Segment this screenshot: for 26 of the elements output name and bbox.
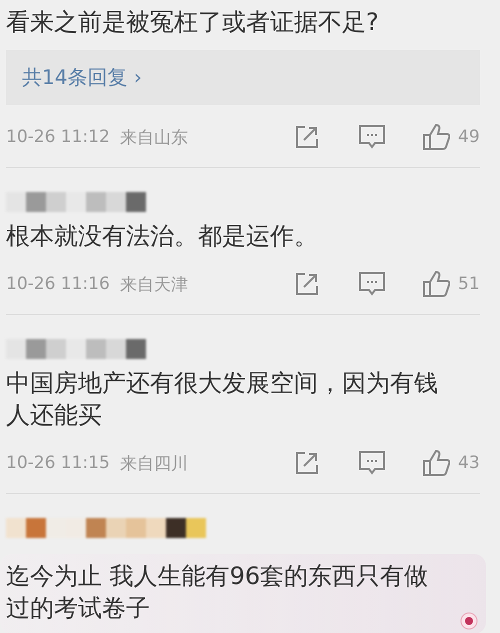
like-count: 51 (458, 274, 480, 294)
chevron-icon: › (134, 65, 142, 89)
replies-link[interactable]: 共14条回复 › (6, 50, 480, 105)
comment-text: 人还能买 (6, 400, 102, 431)
comment-text: 中国房地产还有很大发展空间，因为有钱 (6, 368, 438, 399)
comment-text: 过的考试卷子 (6, 593, 150, 624)
comment-location: 来自山东 (120, 126, 188, 148)
comment-time: 10-26 11:16 (6, 274, 110, 294)
comment-icon[interactable] (358, 271, 386, 297)
thumbs-up-icon[interactable] (422, 123, 450, 151)
like-count: 49 (458, 127, 480, 147)
comment-text: 迄今为止 我人生能有96套的东西只有做 (6, 561, 428, 592)
thumbs-up-icon[interactable] (422, 449, 450, 477)
share-icon[interactable] (294, 124, 320, 150)
comment-time: 10-26 11:12 (6, 127, 110, 147)
comment-time: 10-26 11:15 (6, 453, 110, 473)
comment-location: 来自天津 (120, 274, 188, 296)
comment-text: 看来之前是被冤枉了或者证据不足? (6, 7, 379, 38)
share-icon[interactable] (294, 271, 320, 297)
like-count: 43 (458, 453, 480, 473)
thumbs-up-icon[interactable] (422, 270, 450, 298)
comment-icon[interactable] (358, 450, 386, 476)
comment-location: 来自四川 (120, 452, 188, 474)
comment-icon[interactable] (358, 124, 386, 150)
comment-text: 根本就没有法治。都是运作。 (6, 221, 318, 252)
share-icon[interactable] (294, 450, 320, 476)
